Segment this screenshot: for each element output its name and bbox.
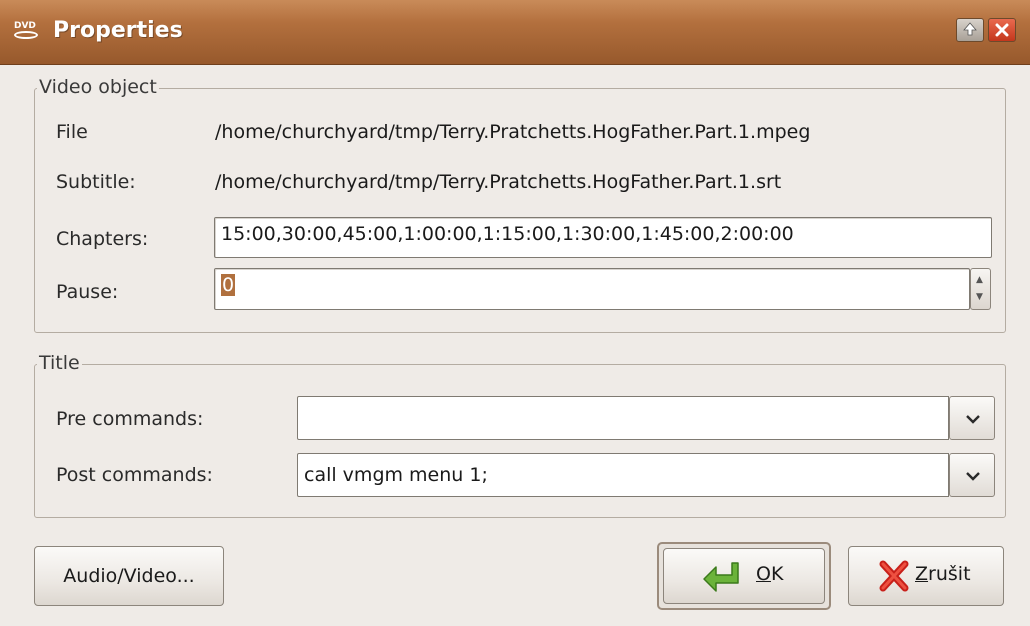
ok-mnemonic: O	[756, 563, 771, 585]
close-button[interactable]	[988, 18, 1016, 42]
cancel-mnemonic: Z	[915, 563, 929, 585]
chapters-label: Chapters:	[56, 228, 149, 250]
file-label: File	[56, 121, 88, 143]
pre-commands-input[interactable]	[297, 396, 949, 440]
pre-commands-dropdown-button[interactable]	[949, 396, 995, 440]
spin-down-icon[interactable]: ▼	[976, 293, 983, 302]
post-commands-label: Post commands:	[56, 464, 213, 486]
title-bar[interactable]: DVD Properties	[0, 0, 1030, 65]
post-commands-input[interactable]: call vmgm menu 1;	[297, 453, 949, 497]
pause-spin-input[interactable]: 0	[214, 268, 970, 310]
arrow-up-icon	[963, 22, 977, 36]
subtitle-value: /home/churchyard/tmp/Terry.Pratchetts.Ho…	[215, 171, 782, 193]
file-value: /home/churchyard/tmp/Terry.Pratchetts.Ho…	[215, 121, 811, 143]
cancel-button[interactable]: Zrušit	[848, 546, 1004, 606]
ok-button[interactable]: OK	[663, 548, 825, 604]
spin-up-icon[interactable]: ▲	[976, 276, 983, 285]
chapters-input-value: 15:00,30:00,45:00,1:00:00,1:15:00,1:30:0…	[221, 223, 794, 245]
chevron-down-icon	[966, 415, 980, 424]
dvd-icon-text: DVD	[14, 21, 36, 31]
window-title: Properties	[53, 18, 183, 43]
cancel-x-icon	[879, 560, 909, 592]
pause-label: Pause:	[56, 281, 119, 303]
pause-input-value: 0	[221, 274, 236, 296]
properties-dialog: DVD Properties Video object File /home/c…	[0, 0, 1030, 626]
subtitle-label: Subtitle:	[56, 171, 136, 193]
dvd-icon: DVD	[12, 22, 40, 40]
cancel-label-rest: rušit	[928, 563, 971, 585]
enter-arrow-icon	[703, 562, 739, 592]
cancel-label: Zrušit	[915, 563, 971, 585]
post-commands-value: call vmgm menu 1;	[304, 464, 488, 486]
video-object-legend: Video object	[37, 76, 159, 98]
pause-spin-buttons[interactable]: ▲ ▼	[970, 268, 991, 310]
ok-label: OK	[756, 563, 783, 585]
chapters-input[interactable]: 15:00,30:00,45:00,1:00:00,1:15:00,1:30:0…	[214, 217, 992, 258]
close-icon	[995, 23, 1009, 37]
ok-label-rest: K	[770, 563, 784, 585]
maximize-button[interactable]	[956, 18, 984, 42]
title-legend: Title	[37, 352, 82, 374]
chevron-down-icon	[966, 472, 980, 481]
pre-commands-label: Pre commands:	[56, 408, 204, 430]
post-commands-dropdown-button[interactable]	[949, 453, 995, 497]
audio-video-button[interactable]: Audio/Video...	[34, 546, 224, 606]
